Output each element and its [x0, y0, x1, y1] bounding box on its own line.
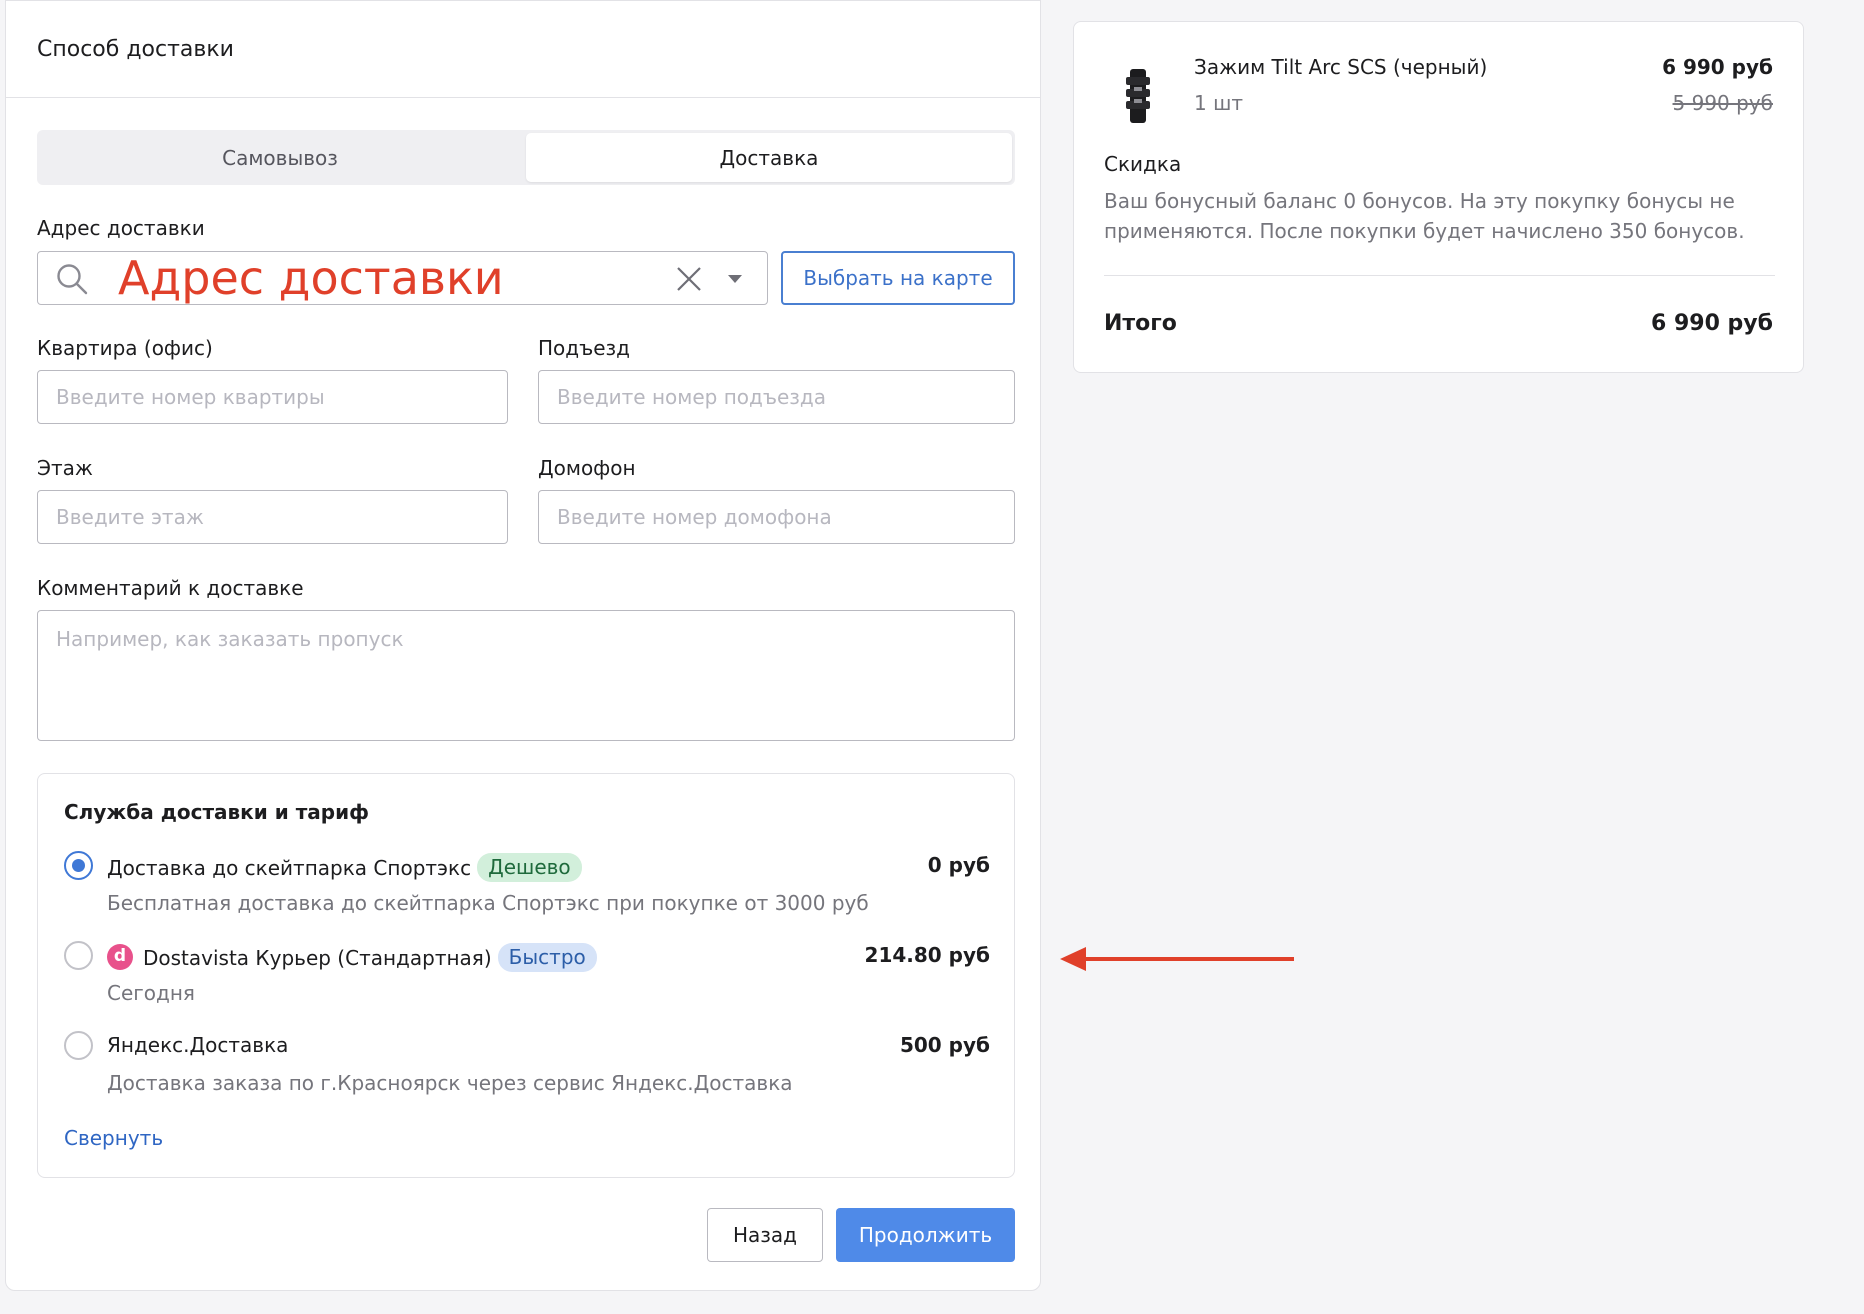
delivery-type-switch: Самовывоз Доставка	[37, 130, 1015, 185]
product-quantity: 1 шт	[1194, 91, 1244, 115]
product-old-price: 5 990 руб	[1672, 91, 1773, 115]
option-price: 214.80 руб	[864, 943, 990, 967]
checkout-page: Способ доставки Самовывоз Доставка Адрес…	[0, 0, 1864, 1314]
option-name: Доставка до скейтпарка Спортэкс	[107, 856, 472, 880]
apartment-input[interactable]	[37, 370, 508, 424]
entrance-label: Подъезд	[538, 336, 631, 360]
floor-label: Этаж	[37, 456, 93, 480]
radio-button[interactable]	[64, 941, 93, 970]
panel-title: Способ доставки	[6, 1, 1040, 98]
discount-title: Скидка	[1104, 152, 1182, 176]
delivery-service-card: Служба доставки и тариф Доставка до скей…	[37, 773, 1015, 1178]
search-icon	[57, 264, 88, 295]
option-name: Яндекс.Доставка	[107, 1033, 289, 1057]
product-name[interactable]: Зажим Tilt Arc SCS (черный)	[1194, 55, 1487, 79]
tab-pickup[interactable]: Самовывоз	[37, 130, 523, 185]
order-summary-panel: Зажим Tilt Arc SCS (черный) 1 шт 6 990 р…	[1073, 21, 1804, 373]
badge-cheap: Дешево	[477, 853, 582, 882]
radio-button[interactable]	[64, 1031, 93, 1060]
annotation-arrow-icon	[1060, 947, 1294, 971]
delivery-method-panel: Способ доставки Самовывоз Доставка Адрес…	[5, 0, 1041, 1291]
product-thumbnail[interactable]	[1124, 67, 1152, 125]
option-name: Dostavista Курьер (Стандартная)	[143, 946, 492, 970]
option-description: Бесплатная доставка до скейтпарка Спортэ…	[107, 891, 869, 915]
total-value: 6 990 руб	[1651, 311, 1773, 336]
divider	[1104, 275, 1775, 276]
clear-icon[interactable]	[676, 266, 702, 292]
dostavista-logo-icon: d	[107, 944, 133, 970]
option-name-row: Доставка до скейтпарка Спортэкс Дешево	[107, 853, 582, 882]
option-price: 0 руб	[927, 853, 990, 877]
back-button[interactable]: Назад	[707, 1208, 823, 1262]
address-field	[37, 251, 768, 305]
intercom-input[interactable]	[538, 490, 1015, 544]
discount-text: Ваш бонусный баланс 0 бонусов. На эту по…	[1104, 189, 1745, 243]
intercom-label: Домофон	[538, 456, 636, 480]
option-name-row: Dostavista Курьер (Стандартная) Быстро	[143, 943, 597, 972]
chevron-down-icon[interactable]	[728, 274, 742, 284]
tab-delivery[interactable]: Доставка	[526, 133, 1012, 182]
floor-input[interactable]	[37, 490, 508, 544]
radio-button[interactable]	[64, 851, 93, 880]
product-price: 6 990 руб	[1662, 55, 1773, 79]
entrance-input[interactable]	[538, 370, 1015, 424]
badge-fast: Быстро	[497, 943, 597, 972]
option-description: Доставка заказа по г.Красноярск через се…	[107, 1071, 793, 1095]
address-label: Адрес доставки	[37, 216, 205, 240]
service-title: Служба доставки и тариф	[64, 800, 369, 824]
collapse-link[interactable]: Свернуть	[64, 1126, 163, 1150]
continue-button[interactable]: Продолжить	[836, 1208, 1015, 1262]
total-label: Итого	[1104, 311, 1177, 336]
option-description: Сегодня	[107, 981, 195, 1005]
option-price: 500 руб	[899, 1033, 990, 1057]
comment-label: Комментарий к доставке	[37, 576, 304, 600]
apartment-label: Квартира (офис)	[37, 336, 213, 360]
comment-textarea[interactable]	[37, 610, 1015, 741]
choose-on-map-button[interactable]: Выбрать на карте	[781, 251, 1015, 305]
address-input[interactable]	[118, 252, 678, 304]
